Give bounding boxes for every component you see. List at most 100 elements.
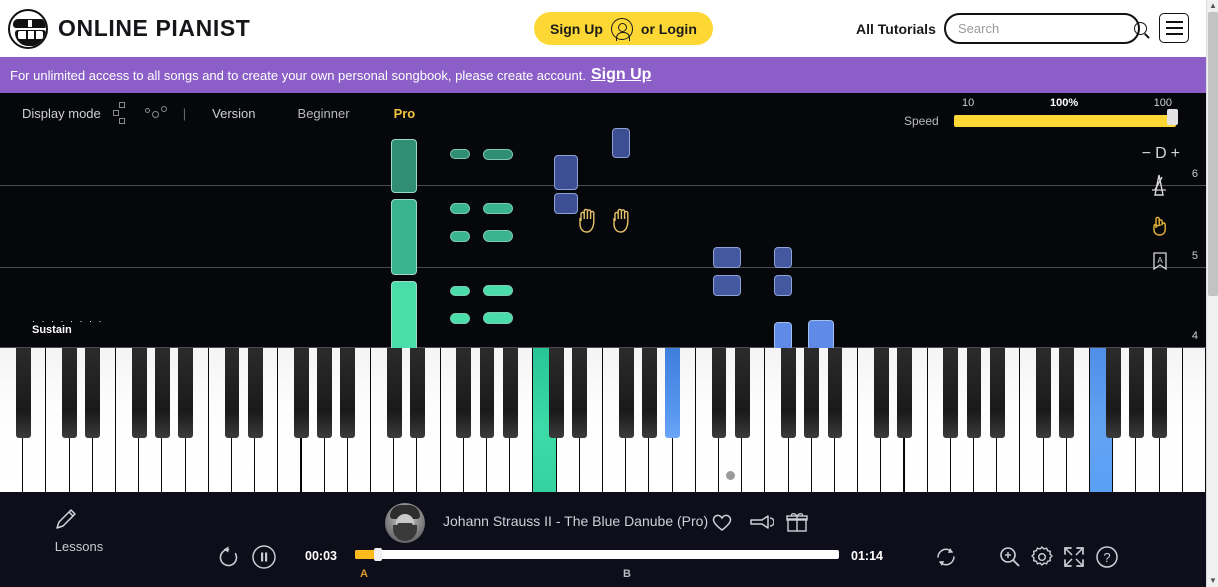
middle-c-marker-dot (726, 471, 736, 480)
player-bar (0, 492, 1206, 587)
piano-white-key[interactable] (1182, 348, 1206, 492)
svg-text:?: ? (1103, 550, 1110, 565)
login-label: or Login (640, 20, 697, 37)
piano-black-key[interactable] (224, 348, 240, 438)
circles-display-mode-icon[interactable] (144, 102, 173, 124)
note-green-pill (450, 203, 470, 214)
search-box[interactable] (944, 13, 1147, 44)
piano-black-key[interactable] (572, 348, 588, 438)
scroll-down-arrow-icon[interactable]: ▼ (1207, 575, 1218, 587)
note-blue-block (713, 275, 741, 296)
piano-black-key[interactable] (154, 348, 170, 438)
piano-black-key[interactable] (178, 348, 193, 438)
zoom-out-button[interactable]: − (1142, 145, 1155, 162)
piano-black-key[interactable] (827, 348, 843, 438)
piano-black-key[interactable] (1105, 348, 1121, 438)
piano-black-key[interactable] (502, 348, 518, 438)
version-pro-option[interactable]: Pro (394, 106, 416, 121)
banner-text: For unlimited access to all songs and to… (10, 67, 586, 83)
metronome-icon[interactable] (1148, 173, 1170, 197)
version-beginner-option[interactable]: Beginner (298, 106, 350, 121)
note-falling-stage: 6 5 4 Display mode | Version Beginner Pr… (0, 93, 1206, 348)
piano-black-key[interactable] (734, 348, 750, 438)
fullscreen-icon[interactable] (1063, 546, 1085, 568)
note-green-pill (483, 230, 513, 242)
pause-icon[interactable] (251, 544, 277, 570)
scroll-up-arrow-icon[interactable]: ▲ (1207, 0, 1218, 12)
note-green-pill (450, 149, 470, 159)
piano-keyboard[interactable] (0, 348, 1206, 492)
note-blue-block (808, 320, 834, 348)
squares-display-mode-icon[interactable] (112, 102, 135, 124)
piano-black-key[interactable] (1152, 348, 1168, 438)
piano-black-key[interactable] (247, 348, 263, 438)
hamburger-menu-icon[interactable] (1159, 13, 1189, 43)
zoom-in-button[interactable]: + (1171, 145, 1184, 162)
svg-text:A: A (1157, 256, 1163, 265)
piano-black-key[interactable] (386, 348, 402, 438)
toolbar-divider: | (182, 105, 187, 121)
piano-black-key[interactable] (897, 348, 912, 438)
piano-black-key[interactable] (665, 348, 680, 438)
sustain-indicator: · · · · · · · · Sustain (32, 317, 103, 337)
loop-icon[interactable] (933, 544, 959, 570)
piano-black-key[interactable] (943, 348, 959, 438)
lessons-button[interactable]: Lessons (52, 505, 106, 554)
search-input[interactable] (958, 21, 1134, 36)
piano-black-key[interactable] (340, 348, 356, 438)
banner-signup-link[interactable]: Sign Up (591, 66, 651, 84)
piano-black-key[interactable] (15, 348, 31, 438)
scrollbar-thumb[interactable] (1208, 12, 1218, 296)
piano-black-key[interactable] (317, 348, 333, 438)
total-time-label: 01:14 (851, 549, 883, 563)
piano-black-key[interactable] (85, 348, 101, 438)
piano-black-key[interactable] (62, 348, 77, 438)
piano-black-key[interactable] (1059, 348, 1075, 438)
signup-label: Sign Up (550, 20, 603, 37)
help-icon[interactable]: ? (1095, 545, 1119, 569)
note-green-pill (483, 312, 513, 324)
piano-black-key[interactable] (781, 348, 796, 438)
page-scrollbar[interactable]: ▲ ▼ (1206, 0, 1218, 587)
zoom-level-label: D (1155, 145, 1171, 162)
replay-icon[interactable] (216, 545, 241, 570)
note-green-pill (450, 286, 470, 296)
search-icon[interactable] (1134, 22, 1147, 35)
piano-black-key[interactable] (131, 348, 147, 438)
gift-icon[interactable] (786, 512, 808, 533)
piano-black-key[interactable] (549, 348, 565, 438)
stage-zoom-control[interactable]: −D+ (1142, 145, 1184, 163)
current-time-label: 00:03 (305, 549, 337, 563)
flag-marker-a-icon[interactable]: A (1150, 251, 1170, 277)
signup-login-button[interactable]: Sign Up or Login (534, 12, 713, 45)
composer-avatar (385, 503, 425, 543)
piano-black-key[interactable] (294, 348, 309, 438)
zoom-in-icon[interactable] (998, 545, 1022, 569)
piano-black-key[interactable] (804, 348, 820, 438)
piano-black-key[interactable] (410, 348, 425, 438)
piano-black-key[interactable] (873, 348, 889, 438)
piano-black-key[interactable] (456, 348, 472, 438)
gear-icon[interactable] (1030, 545, 1054, 569)
note-blue-block (774, 322, 792, 348)
playback-progress-bar[interactable] (355, 548, 839, 561)
horn-icon[interactable] (748, 513, 774, 531)
piano-black-key[interactable] (1036, 348, 1052, 438)
song-title: Johann Strauss II - The Blue Danube (Pro… (443, 513, 709, 529)
note-blue-block (774, 247, 792, 268)
piano-black-key[interactable] (966, 348, 982, 438)
hand-pointer-icon[interactable] (1148, 213, 1170, 237)
piano-black-key[interactable] (641, 348, 657, 438)
progress-knob[interactable] (374, 548, 382, 561)
piano-black-key[interactable] (479, 348, 495, 438)
piano-black-key[interactable] (1129, 348, 1144, 438)
all-tutorials-link[interactable]: All Tutorials (856, 21, 936, 37)
right-hand-icon (610, 205, 638, 235)
octave-divider (0, 267, 1206, 268)
heart-icon[interactable] (711, 512, 733, 532)
piano-black-key[interactable] (989, 348, 1005, 438)
note-green-long-1 (391, 139, 417, 193)
piano-black-key[interactable] (711, 348, 727, 438)
piano-black-key[interactable] (618, 348, 634, 438)
site-logo[interactable]: ONLINE PIANIST (8, 8, 250, 49)
